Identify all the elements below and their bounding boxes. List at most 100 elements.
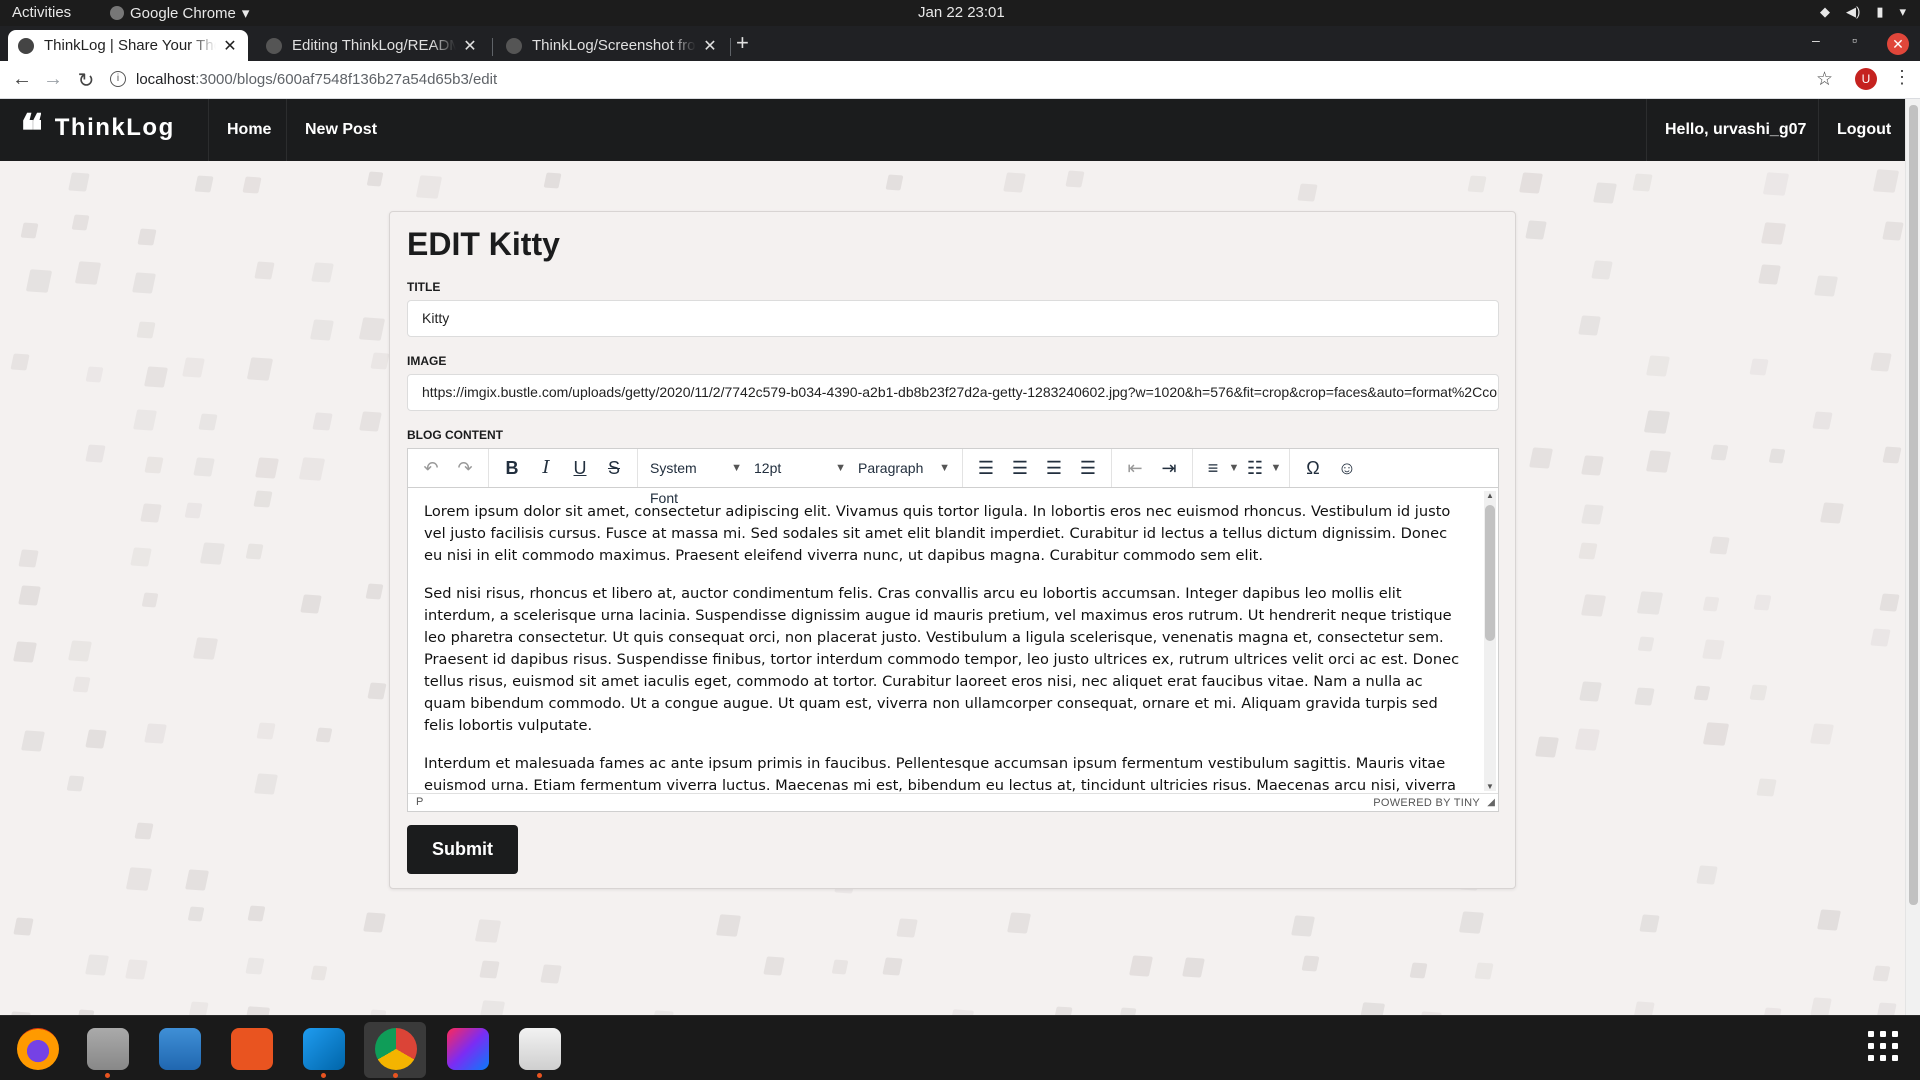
pattern-square bbox=[1297, 183, 1318, 202]
special-character-icon[interactable]: Ω bbox=[1296, 453, 1330, 483]
restore-icon[interactable]: ▫ bbox=[1852, 32, 1857, 48]
pattern-square bbox=[896, 918, 919, 938]
indent-icon[interactable]: ⇥ bbox=[1152, 453, 1186, 483]
redo-icon[interactable]: ↷ bbox=[448, 453, 482, 483]
dock-files[interactable] bbox=[76, 1022, 138, 1078]
nav-new-post[interactable]: New Post bbox=[286, 99, 395, 161]
history-group: ↶ ↷ bbox=[408, 449, 489, 487]
title-input[interactable]: Kitty bbox=[407, 300, 1499, 337]
system-tray[interactable]: ◆ ◀) ▮ ▾ bbox=[1820, 4, 1906, 20]
bold-icon[interactable]: B bbox=[495, 453, 529, 483]
close-icon[interactable]: ✕ bbox=[702, 36, 718, 56]
clock[interactable]: Jan 22 23:01 bbox=[918, 4, 1005, 21]
pattern-square bbox=[247, 357, 274, 381]
align-left-icon[interactable]: ☰ bbox=[969, 453, 1003, 483]
powered-by-tiny[interactable]: POWERED BY TINY bbox=[1373, 797, 1480, 809]
font-group: System Font ▼ 12pt ▼ Paragraph ▼ bbox=[638, 449, 963, 506]
scrollbar-thumb[interactable] bbox=[1909, 105, 1918, 905]
pattern-square bbox=[1637, 636, 1655, 652]
nav-logout[interactable]: Logout bbox=[1818, 99, 1905, 161]
tab-separator bbox=[730, 38, 731, 56]
address-bar[interactable]: i localhost:3000/blogs/600af7548f136b27a… bbox=[110, 64, 1810, 94]
pattern-square bbox=[1753, 594, 1772, 611]
pattern-square bbox=[1817, 909, 1841, 932]
underline-icon[interactable]: U bbox=[563, 453, 597, 483]
scroll-down-icon[interactable]: ▼ bbox=[1486, 782, 1494, 791]
emoticons-icon[interactable]: ☺ bbox=[1330, 453, 1364, 483]
pattern-square bbox=[21, 730, 45, 752]
tab-title: Editing ThinkLog/README.md bbox=[292, 37, 456, 54]
editor-scrollbar[interactable]: ▲ ▼ bbox=[1484, 491, 1496, 791]
rich-text-editor[interactable]: ↶ ↷ B I U S System Font ▼ 12pt ▼ Paragra… bbox=[407, 448, 1499, 812]
numbered-list-button[interactable]: ≡ ▼ bbox=[1199, 453, 1241, 483]
dock-software-center[interactable] bbox=[220, 1022, 282, 1078]
reload-icon[interactable]: ↻ bbox=[74, 68, 98, 93]
back-arrow-icon[interactable]: ← bbox=[10, 68, 34, 91]
italic-icon[interactable]: I bbox=[529, 453, 563, 483]
pattern-square bbox=[193, 457, 216, 478]
dock-text-editor[interactable] bbox=[148, 1022, 210, 1078]
pattern-square bbox=[1879, 593, 1900, 612]
site-favicon-icon bbox=[18, 37, 34, 54]
app-menu[interactable]: Google Chrome ▾ bbox=[110, 4, 249, 22]
pattern-square bbox=[1757, 264, 1781, 285]
activities-button[interactable]: Activities bbox=[12, 4, 71, 21]
editor-content[interactable]: Lorem ipsum dolor sit amet, consectetur … bbox=[408, 489, 1498, 792]
close-icon[interactable]: ✕ bbox=[222, 36, 238, 56]
scrollbar-thumb[interactable] bbox=[1485, 505, 1495, 641]
show-applications-icon[interactable] bbox=[1868, 1031, 1898, 1061]
dock-chrome[interactable] bbox=[364, 1022, 426, 1078]
font-family-value: System Font bbox=[650, 460, 697, 506]
submit-button[interactable]: Submit bbox=[407, 825, 518, 874]
scroll-up-icon[interactable]: ▲ bbox=[1486, 491, 1494, 500]
tab-readme[interactable]: Editing ThinkLog/README.md ✕ bbox=[256, 30, 488, 61]
resize-handle-icon[interactable]: ◢ bbox=[1487, 797, 1495, 808]
align-justify-icon[interactable]: ☰ bbox=[1071, 453, 1105, 483]
pattern-square bbox=[1749, 684, 1768, 701]
align-right-icon[interactable]: ☰ bbox=[1037, 453, 1071, 483]
font-family-select[interactable]: System Font ▼ bbox=[644, 453, 748, 506]
bookmark-star-icon[interactable]: ☆ bbox=[1816, 68, 1833, 91]
pattern-square bbox=[126, 867, 153, 891]
page-scrollbar[interactable] bbox=[1905, 99, 1920, 1015]
undo-icon[interactable]: ↶ bbox=[414, 453, 448, 483]
dock-intellij[interactable] bbox=[436, 1022, 498, 1078]
pattern-square bbox=[1810, 996, 1833, 1015]
more-menu-icon[interactable]: ⋮ bbox=[1893, 67, 1911, 88]
new-tab-button[interactable]: + bbox=[736, 30, 749, 56]
image-url-input[interactable]: https://imgix.bustle.com/uploads/getty/2… bbox=[407, 374, 1499, 411]
strikethrough-icon[interactable]: S bbox=[597, 453, 631, 483]
info-icon[interactable]: i bbox=[110, 71, 126, 87]
url-path: :3000/blogs/600af7548f136b27a54d65b3/edi… bbox=[195, 70, 498, 88]
block-format-select[interactable]: Paragraph ▼ bbox=[852, 453, 956, 483]
align-center-icon[interactable]: ☰ bbox=[1003, 453, 1037, 483]
pattern-square bbox=[1639, 914, 1660, 933]
close-icon[interactable]: ✕ bbox=[462, 36, 478, 56]
tab-thinklog[interactable]: ThinkLog | Share Your Thoughts ✕ bbox=[8, 30, 248, 61]
chrome-icon bbox=[110, 6, 124, 20]
pattern-square bbox=[1579, 681, 1602, 703]
dock-document-viewer[interactable] bbox=[508, 1022, 570, 1078]
outdent-icon[interactable]: ⇤ bbox=[1118, 453, 1152, 483]
pattern-square bbox=[66, 775, 85, 792]
dock-vscode[interactable] bbox=[292, 1022, 354, 1078]
tab-separator bbox=[492, 38, 493, 56]
brand-logo[interactable]: ❝ ThinkLog bbox=[20, 111, 175, 145]
tab-screenshot[interactable]: ThinkLog/Screenshot from ✕ bbox=[496, 30, 728, 61]
indent-group: ⇤ ⇥ bbox=[1112, 449, 1193, 487]
wifi-icon: ◆ bbox=[1819, 4, 1830, 19]
bullet-list-button[interactable]: ☷ ▼ bbox=[1241, 453, 1283, 483]
element-path[interactable]: P bbox=[416, 796, 423, 808]
quote-icon: ❝ bbox=[20, 111, 41, 145]
forward-arrow-icon[interactable]: → bbox=[41, 68, 65, 91]
minimize-icon[interactable]: – bbox=[1812, 32, 1820, 48]
window-close-button[interactable]: ✕ bbox=[1887, 33, 1909, 55]
pattern-square bbox=[68, 172, 90, 192]
image-label: IMAGE bbox=[407, 354, 447, 368]
dock-firefox[interactable] bbox=[6, 1022, 68, 1078]
font-size-select[interactable]: 12pt ▼ bbox=[748, 453, 852, 483]
firefox-icon bbox=[17, 1028, 59, 1070]
profile-avatar[interactable]: U bbox=[1855, 68, 1877, 90]
nav-home[interactable]: Home bbox=[208, 99, 289, 161]
pattern-square bbox=[367, 682, 386, 700]
